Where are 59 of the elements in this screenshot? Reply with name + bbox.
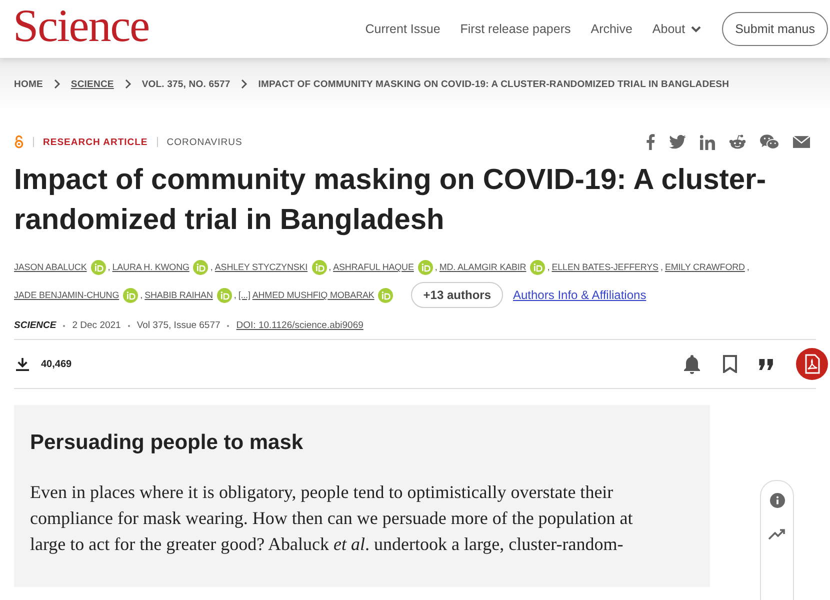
author-link[interactable]: SHABIB RAIHAN <box>144 290 213 300</box>
author-link[interactable]: EMILY CRAWFORD <box>664 262 745 272</box>
pdf-icon[interactable] <box>796 348 828 380</box>
journal-name: SCIENCE <box>14 320 56 331</box>
article-type: RESEARCH ARTICLE <box>43 136 148 148</box>
more-authors-button[interactable]: +13 authors <box>411 282 503 308</box>
facebook-icon[interactable] <box>646 134 655 150</box>
quote-icon[interactable] <box>759 358 774 370</box>
bookmark-icon[interactable] <box>723 355 737 373</box>
bell-icon[interactable] <box>683 354 701 374</box>
summary-paragraph: Even in places where it is obligatory, people tend to optimistically overstate their compliance for mask wearing. How then can we persuade more of the population at large to act for the greater good? Abaluck et al. undertook a large, cluster-random- <box>30 481 634 556</box>
author-link[interactable]: LAURA H. KWONG <box>112 262 190 272</box>
article-section: CORONAVIRUS <box>166 136 242 148</box>
chevron-right-icon[interactable] <box>124 79 132 89</box>
nav-link[interactable]: Archive <box>590 22 632 36</box>
affiliations-link[interactable]: Authors Info & Affiliations <box>513 288 646 302</box>
more-authors-link[interactable]: [...] <box>238 290 250 300</box>
separator-text: , <box>547 262 550 272</box>
separator-text: , <box>434 262 438 272</box>
mail-icon[interactable] <box>793 136 810 148</box>
separator-text: , <box>660 262 663 272</box>
author-link[interactable]: ELLEN BATES-JEFFERYS <box>552 262 658 272</box>
science-logo[interactable]: Science <box>13 3 150 49</box>
nav-link[interactable]: Current Issue <box>365 22 440 36</box>
breadcrumb-link[interactable]: SCIENCE <box>70 78 114 90</box>
article-title: Impact of community masking on COVID-19: A cluster-randomized trial in Bangladesh <box>14 163 767 238</box>
open-lock-icon[interactable] <box>14 135 24 149</box>
summary-heading: Persuading people to mask <box>30 431 304 455</box>
author-link[interactable]: JADE BENJAMIN-CHUNG <box>14 290 120 300</box>
linkedin-icon[interactable] <box>700 134 715 150</box>
chat-bubbles-icon[interactable] <box>760 134 779 150</box>
author-link[interactable]: ASHLEY STYCZYNSKI <box>214 262 308 272</box>
nav-link[interactable]: About <box>652 22 702 36</box>
chevron-right-icon[interactable] <box>52 79 61 89</box>
separator-text: , <box>210 262 213 272</box>
separator-text: , <box>140 290 143 300</box>
trend-up-icon[interactable] <box>768 528 786 540</box>
download-icon[interactable] <box>16 358 29 370</box>
doi-link[interactable]: DOI: 10.1126/science.abi9069 <box>236 320 364 331</box>
issue-text: Vol 375, Issue 6577 <box>136 320 220 331</box>
nav-link[interactable]: First release papers <box>460 22 571 36</box>
breadcrumb-link[interactable]: HOME <box>14 78 43 90</box>
reddit-icon[interactable] <box>729 134 746 150</box>
author-link[interactable]: AHMED MUSHFIQ MOBARAK <box>252 290 374 300</box>
submit-button[interactable]: Submit manus <box>722 12 828 46</box>
author-link[interactable]: MD. ALAMGIR KABIR <box>439 262 526 272</box>
separator-text: , <box>108 262 110 272</box>
breadcrumb-link[interactable]: IMPACT OF COMMUNITY MASKING ON COVID-19: A CLUSTER-RANDOMIZED TRIAL IN BANGLADESH <box>258 78 730 90</box>
separator-text: , <box>328 262 332 272</box>
bird-icon[interactable] <box>669 135 686 149</box>
separator-text: , <box>234 290 236 300</box>
author-link[interactable]: ASHRAFUL HAQUE <box>333 262 414 272</box>
info-icon[interactable] <box>770 493 784 508</box>
chevron-right-icon[interactable] <box>240 79 248 89</box>
publication-date: 2 Dec 2021 <box>72 320 121 331</box>
breadcrumb-link[interactable]: VOL. 375, NO. 6577 <box>142 78 230 90</box>
download-count: 40,469 <box>41 358 72 370</box>
separator-text: , <box>746 262 750 272</box>
author-link[interactable]: JASON ABALUCK <box>14 262 87 272</box>
